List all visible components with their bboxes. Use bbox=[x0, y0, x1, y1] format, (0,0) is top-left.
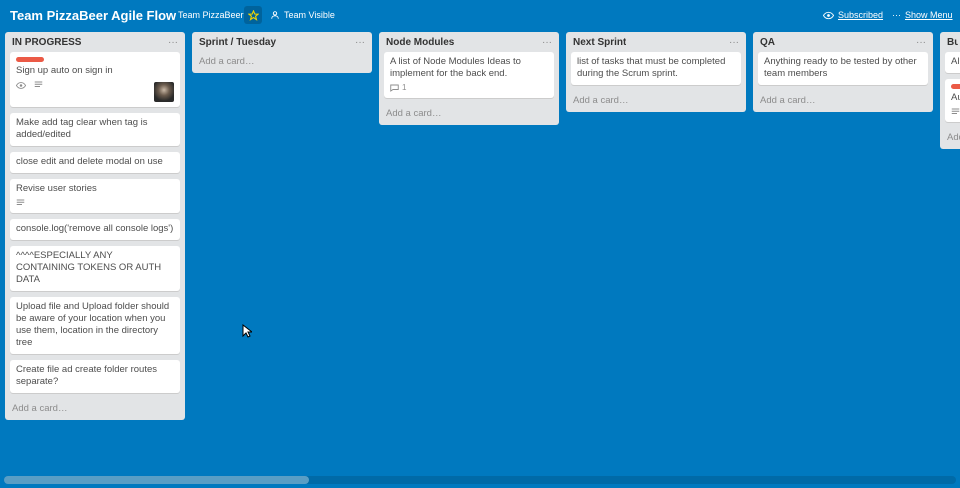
label-red bbox=[951, 84, 960, 89]
card-title: Al bbox=[951, 56, 960, 67]
label-red bbox=[16, 57, 44, 62]
list-header: IN PROGRESS ··· bbox=[10, 32, 180, 52]
card-title: close edit and delete modal on use bbox=[16, 156, 163, 167]
list-menu-icon[interactable]: ··· bbox=[916, 37, 926, 48]
card[interactable]: Create file ad create folder routes sepa… bbox=[10, 360, 180, 393]
list-header: Node Modules ··· bbox=[384, 32, 554, 52]
add-card-button[interactable]: Add a card… bbox=[384, 104, 554, 125]
member-avatar[interactable] bbox=[154, 82, 174, 102]
list-title[interactable]: QA bbox=[760, 37, 775, 48]
list-menu-icon[interactable]: ··· bbox=[729, 37, 739, 48]
add-card-button[interactable]: Add a card… bbox=[758, 91, 928, 112]
show-menu-button[interactable]: ··· Show Menu bbox=[892, 10, 953, 20]
comment-badge: 1 bbox=[390, 82, 406, 94]
star-icon bbox=[247, 9, 259, 21]
card-title: Upload file and Upload folder should be … bbox=[16, 301, 170, 348]
list-title[interactable]: IN PROGRESS bbox=[12, 37, 81, 48]
card[interactable]: Anything ready to be tested by other tea… bbox=[758, 52, 928, 85]
list-header: Sprint / Tuesday ··· bbox=[197, 32, 367, 52]
visibility-label: Team Visible bbox=[284, 10, 335, 20]
scrollbar-thumb[interactable] bbox=[4, 476, 309, 484]
card[interactable]: A list of Node Modules Ideas to implemen… bbox=[384, 52, 554, 98]
description-icon bbox=[34, 81, 43, 87]
card[interactable]: Sign up auto on sign in bbox=[10, 52, 180, 107]
list-title[interactable]: Node Modules bbox=[386, 37, 454, 48]
card[interactable]: Au bbox=[945, 79, 960, 122]
list-title[interactable]: Sprint / Tuesday bbox=[199, 37, 276, 48]
card[interactable]: Al bbox=[945, 52, 960, 73]
list-title[interactable]: Bu bbox=[947, 37, 958, 48]
comment-count: 1 bbox=[402, 83, 407, 92]
list-title[interactable]: Next Sprint bbox=[573, 37, 626, 48]
card-title: Revise user stories bbox=[16, 183, 97, 194]
eye-icon bbox=[823, 11, 834, 19]
list-qa: QA ··· Anything ready to be tested by ot… bbox=[753, 32, 933, 112]
card-title: console.log('remove all console logs') bbox=[16, 223, 174, 234]
add-card-button[interactable]: Add a card… bbox=[571, 91, 741, 112]
card-title: A list of Node Modules Ideas to implemen… bbox=[390, 56, 521, 79]
card[interactable]: Upload file and Upload folder should be … bbox=[10, 297, 180, 354]
card-badges bbox=[951, 107, 960, 117]
card-badges bbox=[16, 198, 174, 208]
team-icon bbox=[271, 11, 279, 19]
card-title: ^^^^ESPECIALLY ANY CONTAINING TOKENS OR … bbox=[16, 250, 162, 285]
subscribed-label: Subscribed bbox=[838, 10, 884, 20]
card-title: Create file ad create folder routes sepa… bbox=[16, 364, 157, 387]
board-title[interactable]: Team PizzaBeer Agile Flow bbox=[10, 8, 176, 23]
add-card-button[interactable]: Add a card… bbox=[10, 399, 180, 420]
subscribed-button[interactable]: Subscribed bbox=[823, 10, 883, 20]
comment-icon bbox=[390, 84, 399, 92]
team-button[interactable]: Team PizzaBeer bbox=[178, 10, 244, 20]
card[interactable]: console.log('remove all console logs') bbox=[10, 219, 180, 240]
card-title: Au bbox=[951, 92, 960, 103]
card-title: Sign up auto on sign in bbox=[16, 65, 113, 76]
list-sprint-tuesday: Sprint / Tuesday ··· Add a card… bbox=[192, 32, 372, 73]
list-header: Bu bbox=[945, 32, 960, 52]
card-title: list of tasks that must be completed dur… bbox=[577, 56, 726, 79]
list-header: Next Sprint ··· bbox=[571, 32, 741, 52]
list-menu-icon[interactable]: ··· bbox=[168, 37, 178, 48]
card-title: Anything ready to be tested by other tea… bbox=[764, 56, 917, 79]
card-badges bbox=[16, 80, 174, 90]
add-card-button[interactable]: Add bbox=[945, 128, 960, 149]
show-menu-label: Show Menu bbox=[905, 10, 953, 20]
horizontal-scrollbar[interactable] bbox=[4, 476, 956, 484]
list-menu-icon[interactable]: ··· bbox=[542, 37, 552, 48]
card-badges: 1 bbox=[390, 83, 548, 93]
description-icon bbox=[16, 199, 25, 205]
card[interactable]: Revise user stories bbox=[10, 179, 180, 213]
mouse-cursor-icon bbox=[242, 324, 252, 338]
description-icon bbox=[951, 108, 960, 114]
card[interactable]: close edit and delete modal on use bbox=[10, 152, 180, 173]
list-header: QA ··· bbox=[758, 32, 928, 52]
list-next-sprint: Next Sprint ··· list of tasks that must … bbox=[566, 32, 746, 112]
list-node-modules: Node Modules ··· A list of Node Modules … bbox=[379, 32, 559, 125]
add-card-button[interactable]: Add a card… bbox=[197, 52, 367, 73]
more-icon: ··· bbox=[892, 10, 901, 20]
list-in-progress: IN PROGRESS ··· Sign up auto on sign in … bbox=[5, 32, 185, 420]
card-title: Make add tag clear when tag is added/edi… bbox=[16, 117, 148, 140]
eye-icon bbox=[16, 81, 26, 89]
board-header: Team PizzaBeer Agile Flow Team PizzaBeer… bbox=[0, 0, 960, 30]
card[interactable]: ^^^^ESPECIALLY ANY CONTAINING TOKENS OR … bbox=[10, 246, 180, 291]
star-button[interactable] bbox=[244, 6, 262, 24]
card[interactable]: Make add tag clear when tag is added/edi… bbox=[10, 113, 180, 146]
card[interactable]: list of tasks that must be completed dur… bbox=[571, 52, 741, 85]
list-bugs: Bu Al Au Add bbox=[940, 32, 960, 149]
visibility-button[interactable]: Team Visible bbox=[270, 10, 335, 20]
list-menu-icon[interactable]: ··· bbox=[355, 37, 365, 48]
